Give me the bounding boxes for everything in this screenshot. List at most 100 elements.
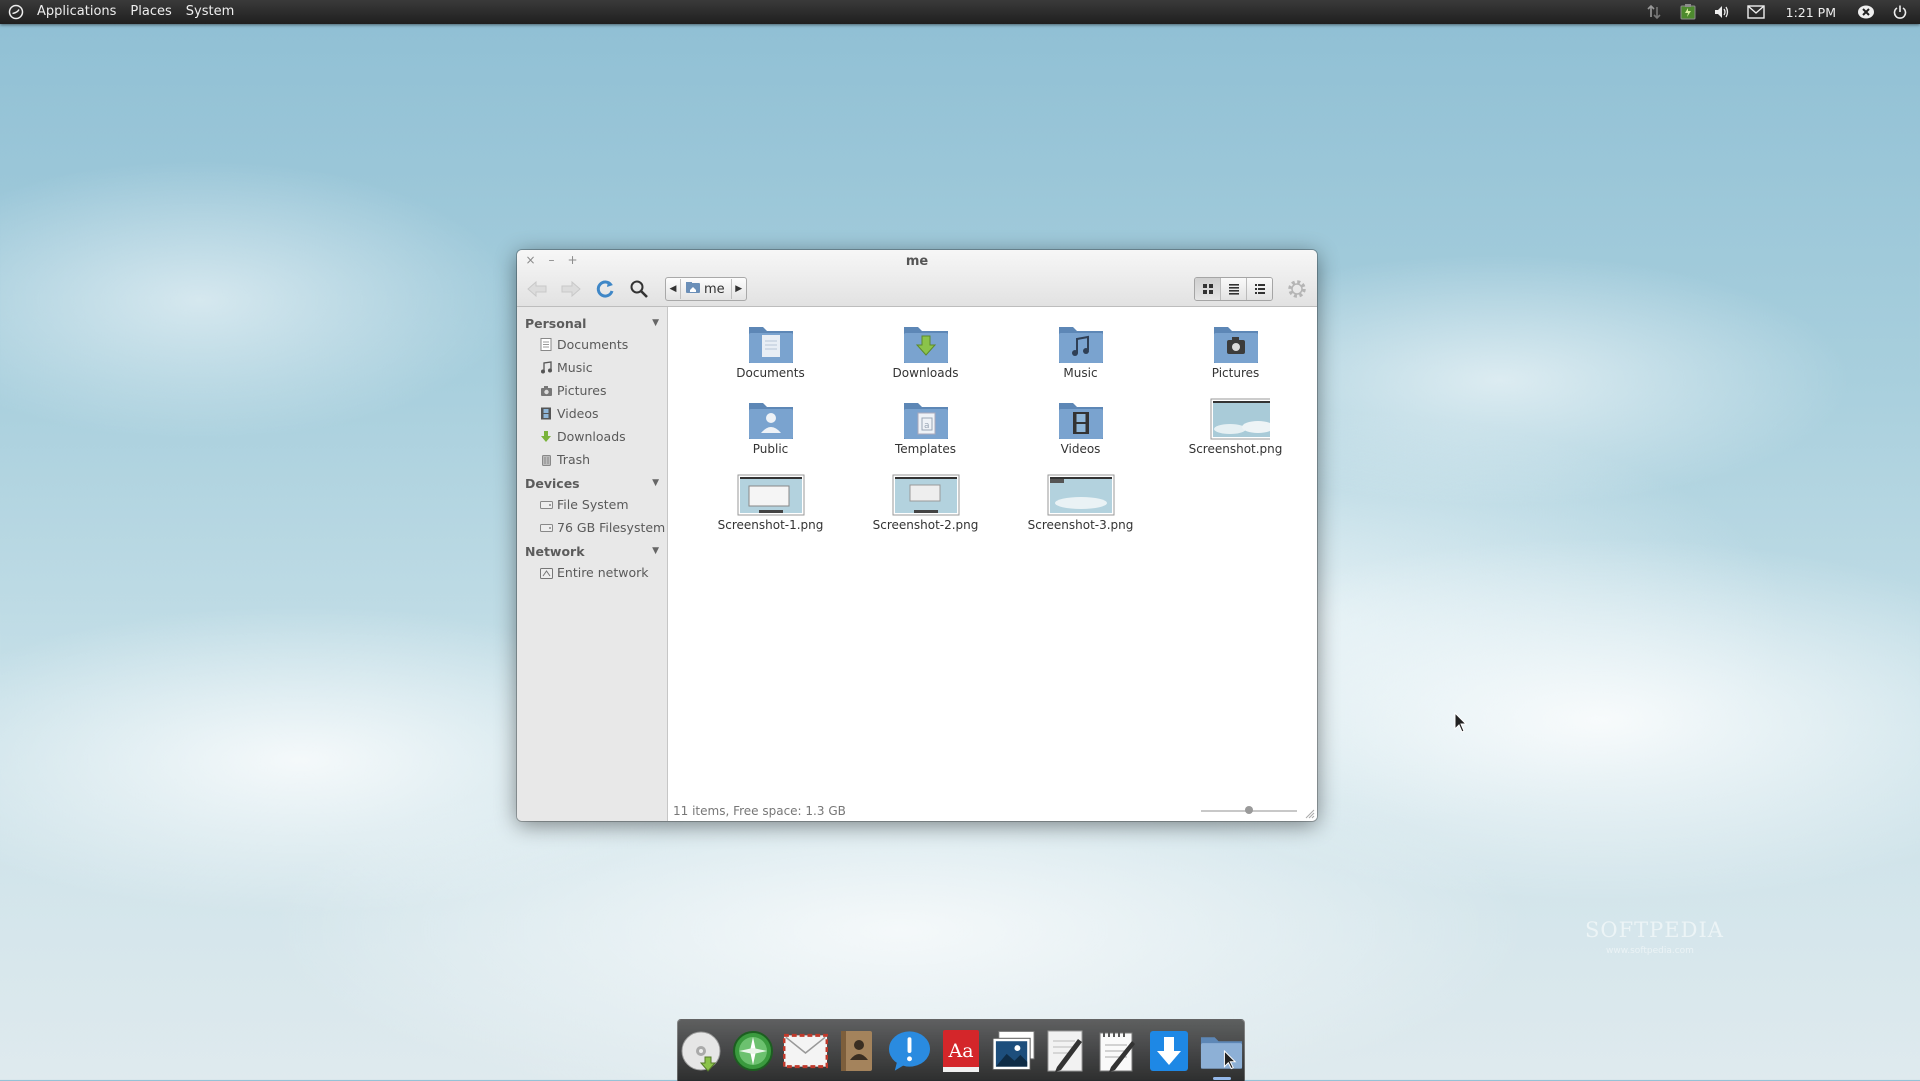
sidebar-item-documents[interactable]: Documents [517, 333, 667, 356]
sidebar-item-label: Trash [557, 452, 591, 467]
notes-icon[interactable] [1095, 1027, 1140, 1075]
resize-grip-icon[interactable] [1305, 809, 1315, 819]
icon-grid: Documents Downloads Music Pictures Publi… [693, 321, 1317, 543]
music-icon [539, 361, 553, 375]
contacts-icon[interactable] [835, 1027, 880, 1075]
sidebar-header-network[interactable]: Network ▼ [517, 541, 667, 561]
home-folder-icon [685, 281, 701, 298]
watermark-url: www.softpedia.com [1606, 946, 1694, 956]
folder-videos[interactable]: Videos [1003, 397, 1158, 467]
toolbar: ◀ me ▶ [523, 276, 1311, 302]
file-label: Documents [736, 366, 805, 380]
collapse-triangle-icon[interactable]: ▼ [652, 546, 659, 556]
sidebar-item-label: Downloads [557, 429, 626, 444]
path-left-arrow-icon[interactable]: ◀ [666, 284, 680, 294]
search-icon [630, 280, 648, 298]
sidebar-item-trash[interactable]: Trash [517, 448, 667, 471]
user-status-icon[interactable] [1856, 3, 1876, 21]
folder-public[interactable]: Public [693, 397, 848, 467]
zoom-slider[interactable] [1201, 806, 1297, 814]
reload-button[interactable] [591, 277, 619, 301]
photos-icon[interactable] [991, 1027, 1036, 1075]
applications-menu[interactable]: Applications [30, 0, 123, 24]
search-button[interactable] [625, 277, 653, 301]
folder-documents-icon [748, 327, 793, 363]
sidebar-item-downloads[interactable]: Downloads [517, 425, 667, 448]
clock[interactable]: 1:21 PM [1780, 5, 1842, 20]
power-icon[interactable] [1890, 3, 1910, 21]
top-panel: Applications Places System 1:21 PM [0, 0, 1920, 24]
file-label: Screenshot-1.png [717, 518, 824, 532]
dock: Aa [677, 1019, 1245, 1081]
sidebar-item-entire-network[interactable]: Entire network [517, 561, 667, 584]
battery-icon[interactable] [1678, 3, 1698, 21]
file-screenshot-png[interactable]: Screenshot.png [1158, 397, 1313, 467]
sidebar-item-label: Music [557, 360, 593, 375]
gear-icon [1288, 280, 1306, 298]
folder-downloads[interactable]: Downloads [848, 321, 1003, 391]
forward-button[interactable] [557, 277, 585, 301]
compact-view-button[interactable] [1247, 278, 1272, 300]
volume-icon[interactable] [1712, 3, 1732, 21]
mail-icon[interactable] [782, 1027, 828, 1075]
window-title: me [905, 254, 929, 269]
sidebar-header-devices[interactable]: Devices ▼ [517, 473, 667, 493]
system-menu[interactable]: System [179, 0, 241, 24]
zoom-slider-handle[interactable] [1245, 806, 1253, 814]
file-screenshot-1-png[interactable]: Screenshot-1.png [693, 473, 848, 543]
file-view[interactable]: Documents Downloads Music Pictures Publi… [668, 307, 1317, 821]
window-body: Personal ▼ Documents Music Pictures Video… [517, 307, 1317, 821]
sidebar-item-label: Videos [557, 406, 599, 421]
breadcrumb: ◀ me ▶ [665, 277, 747, 301]
mail-icon[interactable] [1746, 3, 1766, 21]
places-menu[interactable]: Places [123, 0, 178, 24]
sidebar-item-videos[interactable]: Videos [517, 402, 667, 425]
breadcrumb-home[interactable]: me [680, 279, 732, 299]
disc-utility-icon[interactable] [679, 1027, 724, 1075]
section-title: Network [525, 543, 585, 559]
sidebar-item-pictures[interactable]: Pictures [517, 379, 667, 402]
breadcrumb-label: me [704, 281, 725, 297]
collapse-triangle-icon[interactable]: ▼ [652, 318, 659, 328]
filesystem-icon [539, 498, 553, 512]
status-text: 11 items, Free space: 1.3 GB [673, 804, 846, 818]
file-screenshot-2-png[interactable]: Screenshot-2.png [848, 473, 1003, 543]
icon-view-button[interactable] [1195, 278, 1221, 300]
collapse-triangle-icon[interactable]: ▼ [652, 478, 659, 488]
path-right-arrow-icon[interactable]: ▶ [732, 284, 746, 294]
folder-pictures[interactable]: Pictures [1158, 321, 1313, 391]
folder-templates[interactable]: a Templates [848, 397, 1003, 467]
view-mode-switcher [1194, 277, 1273, 301]
folder-music[interactable]: Music [1003, 321, 1158, 391]
downloader-icon[interactable] [1147, 1027, 1192, 1075]
section-title: Personal [525, 315, 587, 331]
list-icon [1228, 284, 1239, 295]
sidebar-item-file-system[interactable]: File System [517, 493, 667, 516]
folder-documents[interactable]: Documents [693, 321, 848, 391]
settings-button[interactable] [1283, 277, 1311, 301]
sidebar-item-music[interactable]: Music [517, 356, 667, 379]
file-screenshot-3-png[interactable]: Screenshot-3.png [1003, 473, 1158, 543]
elementary-logo-icon[interactable] [8, 4, 24, 20]
sidebar-item-76gb-filesystem[interactable]: 76 GB Filesystem [517, 516, 667, 539]
svg-text:a: a [924, 421, 930, 431]
file-manager-window: × – + me ◀ me ▶ Personal ▼ Documents Mus… [517, 250, 1317, 821]
chat-icon[interactable] [887, 1027, 932, 1075]
dictionary-icon[interactable]: Aa [939, 1027, 984, 1075]
file-label: Music [1063, 366, 1098, 380]
titlebar[interactable]: × – + me ◀ me ▶ [517, 250, 1317, 307]
list-view-button[interactable] [1221, 278, 1247, 300]
browser-compass-icon[interactable] [731, 1027, 776, 1075]
network-icon[interactable] [1644, 3, 1664, 21]
forward-arrow-icon [561, 280, 581, 298]
folder-templates-icon: a [903, 403, 948, 439]
reload-icon [596, 280, 614, 298]
sidebar-header-personal[interactable]: Personal ▼ [517, 313, 667, 333]
back-button[interactable] [523, 277, 551, 301]
documents-icon [539, 338, 553, 352]
sidebar-item-label: Documents [557, 337, 629, 352]
folder-public-icon [748, 403, 793, 439]
text-editor-icon[interactable] [1043, 1027, 1088, 1075]
columns-icon [1254, 284, 1265, 294]
file-manager-icon[interactable] [1199, 1027, 1244, 1080]
